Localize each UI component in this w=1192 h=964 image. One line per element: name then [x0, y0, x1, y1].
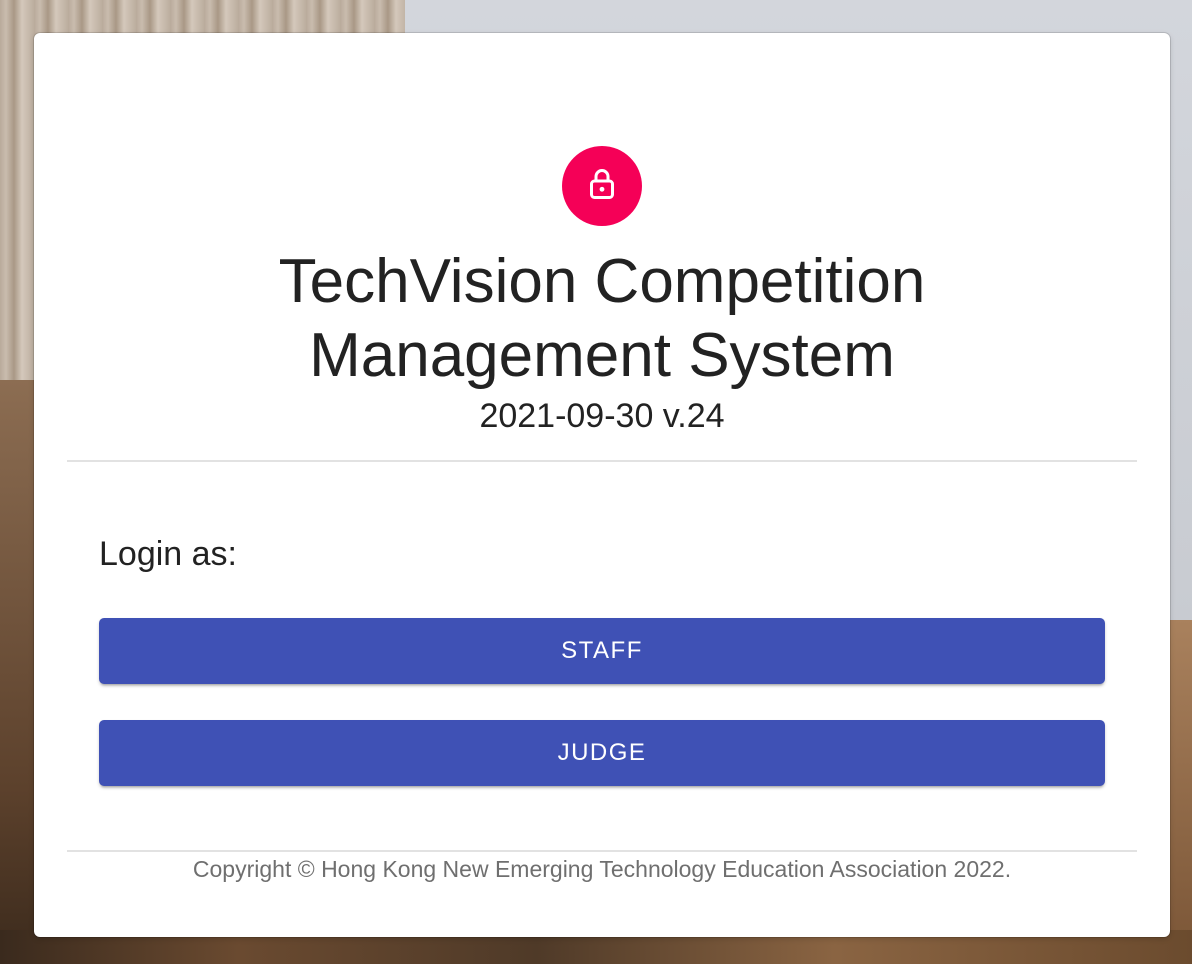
page-title: TechVision Competition Management System [34, 245, 1170, 393]
staff-login-button[interactable]: STAFF [99, 618, 1105, 684]
copyright-text: Copyright © Hong Kong New Emerging Techn… [192, 856, 1012, 882]
version-text: 2021-09-30 v.24 [479, 397, 725, 435]
header-divider [67, 460, 1137, 462]
lock-avatar [562, 146, 642, 226]
footer-divider [67, 850, 1137, 852]
page-title-line-2: Management System [309, 321, 895, 390]
login-card: TechVision Competition Management System… [34, 33, 1170, 937]
lock-icon [584, 166, 620, 207]
page-title-line-1: TechVision Competition [278, 247, 926, 316]
login-prompt: Login as: [99, 535, 237, 573]
judge-login-button[interactable]: JUDGE [99, 720, 1105, 786]
